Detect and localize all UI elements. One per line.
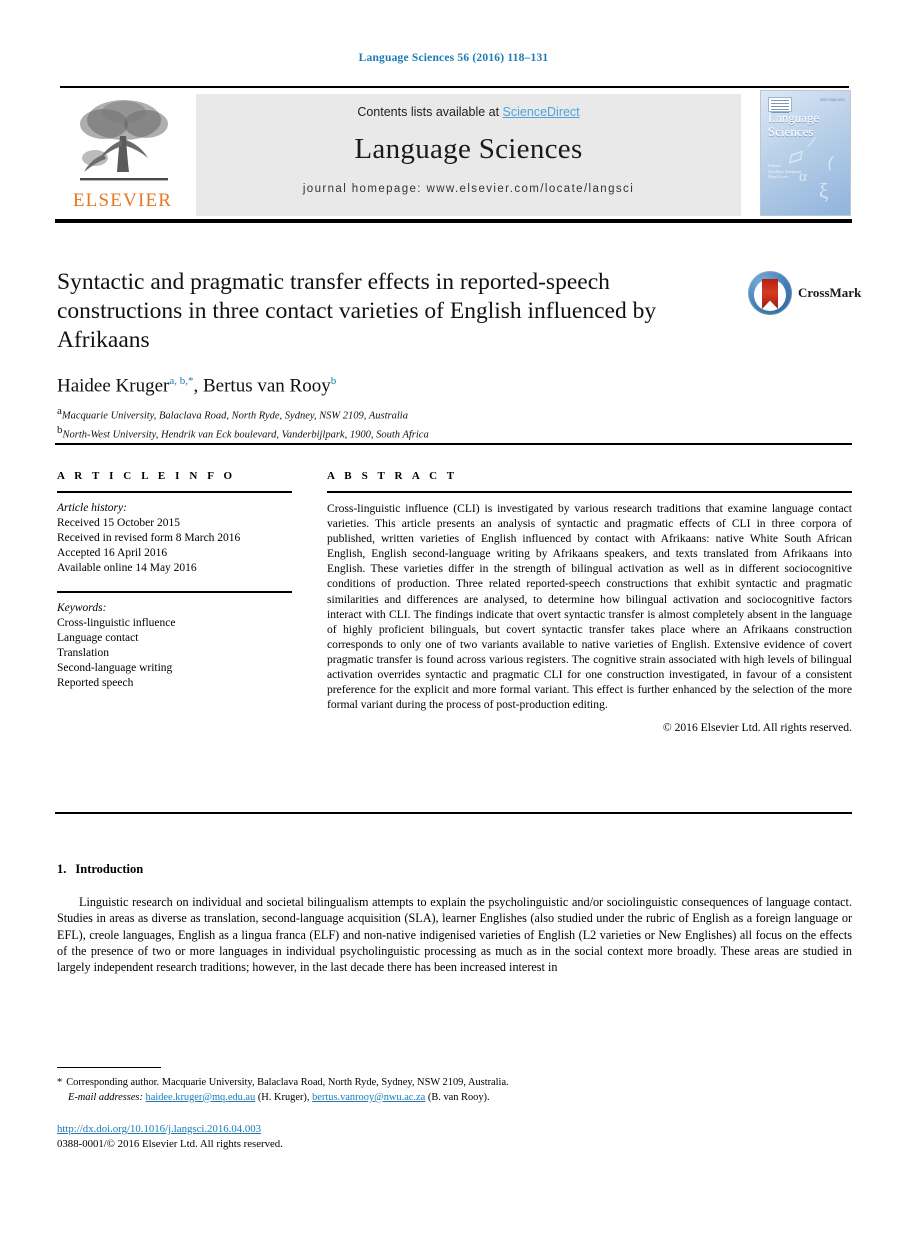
footnote-block: * Corresponding author. Macquarie Univers… [57,1076,697,1105]
footnote-rule [57,1067,161,1068]
article-history-label: Article history: [57,502,127,514]
cover-title-line1: Language [768,110,820,125]
email2-owner: (B. van Rooy). [427,1091,490,1103]
doi-link[interactable]: http://dx.doi.org/10.1016/j.langsci.2016… [57,1123,261,1135]
crossmark-badge[interactable]: CrossMark [748,269,861,319]
crossmark-label: CrossMark [798,285,862,300]
cover-xi-glyph: ξ [819,179,829,203]
affiliation-b-text: North-West University, Hendrik van Eck b… [62,429,429,441]
abstract-top-rule [55,443,852,445]
body-section: 1. Introduction Linguistic research on in… [57,862,852,975]
journal-masthead: ELSEVIER Contents lists available at Sci… [60,88,851,216]
keyword-item: Second-language writing [57,662,173,674]
body-paragraph: Linguistic research on individual and so… [57,895,852,975]
page-title: Syntactic and pragmatic transfer effects… [57,269,657,353]
affiliation-a: aMacquarie University, Balaclava Road, N… [57,405,727,423]
author-1-affiliation-marks: a, b, [169,375,188,387]
journal-title: Language Sciences [354,133,583,165]
sciencedirect-link[interactable]: ScienceDirect [503,105,580,119]
elsevier-tree-icon [80,100,168,181]
cover-alpha-glyph: α [799,169,807,185]
journal-cover-thumbnail[interactable]: ISSN 0388-0001 Language Sciences Editors… [760,90,851,216]
cover-top-note: ISSN 0388-0001 [819,98,845,102]
section-number: 1. [57,862,67,876]
elsevier-wordmark: ELSEVIER [72,190,173,211]
elsevier-logo: ELSEVIER [60,94,185,214]
title-block: Syntactic and pragmatic transfer effects… [57,268,727,442]
author-2: Bertus van Rooy [203,375,331,397]
crossmark-circle-icon [748,271,792,315]
keyword-item: Cross-linguistic influence [57,617,176,629]
history-revised: Received in revised form 8 March 2016 [57,532,241,544]
cover-bracket-glyph: ⟨ [825,154,835,173]
email-label: E-mail addresses: [68,1091,143,1103]
affiliation-b: bNorth-West University, Hendrik van Eck … [57,424,727,442]
history-online: Available online 14 May 2016 [57,562,197,574]
section-heading-introduction: 1. Introduction [57,862,852,877]
journal-homepage[interactable]: journal homepage: www.elsevier.com/locat… [196,183,741,195]
corresponding-author-text: Corresponding author. Macquarie Universi… [66,1077,509,1088]
article-info-heading: A R T I C L E I N F O [57,470,236,482]
history-received: Received 15 October 2015 [57,517,180,529]
journal-band: Contents lists available at ScienceDirec… [196,94,741,216]
email1-owner: (H. Kruger) [257,1091,307,1103]
abstract-section: A B S T R A C T Cross-linguistic influen… [327,470,852,734]
section-title: Introduction [75,862,144,876]
author-1: Haidee Kruger [57,375,170,397]
email-link-vanrooy[interactable]: bertus.vanrooy@nwu.ac.za [312,1092,425,1103]
contents-prefix: Contents lists available at [357,105,503,119]
abstract-rule [327,491,852,493]
abstract-copyright: © 2016 Elsevier Ltd. All rights reserved… [662,721,852,735]
author-separator: , [193,375,203,397]
abstract-bottom-rule [55,812,852,814]
article-info-rule [57,491,292,493]
abstract-text: Cross-linguistic influence (CLI) is inve… [327,502,852,712]
corresponding-author-note: * Corresponding author. Macquarie Univers… [57,1076,697,1091]
keyword-item: Translation [57,647,109,659]
cover-title-line2: Sciences [768,124,814,139]
keyword-item: Language contact [57,632,139,644]
history-accepted: Accepted 16 April 2016 [57,547,168,559]
article-page: Language Sciences 56 (2016) 118–131 ELSE… [0,0,907,1238]
doi-block: http://dx.doi.org/10.1016/j.langsci.2016… [57,1122,557,1151]
issn-copyright-line: 0388-0001/© 2016 Elsevier Ltd. All right… [57,1137,283,1150]
footnote-star: * [57,1077,63,1088]
author-list: Haidee Krugera, b,*, Bertus van Rooyb [57,375,727,397]
author-2-affiliation-marks: b [330,375,337,387]
affiliation-a-text: Macquarie University, Balaclava Road, No… [61,410,408,422]
keywords-block: Keywords: Cross-linguistic influence Lan… [57,591,292,691]
abstract-heading: A B S T R A C T [327,470,458,482]
title-top-rule [55,219,852,223]
keywords-rule [57,591,292,593]
email-link-kruger[interactable]: haidee.kruger@mq.edu.au [146,1092,256,1103]
email-note: E-mail addresses: haidee.kruger@mq.edu.a… [57,1091,697,1106]
contents-line: Contents lists available at ScienceDirec… [196,94,741,119]
running-head: Language Sciences 56 (2016) 118–131 [358,52,549,64]
keywords-label: Keywords: [57,602,107,614]
keyword-item: Reported speech [57,677,134,689]
article-info-section: A R T I C L E I N F O Article history: R… [57,470,292,691]
